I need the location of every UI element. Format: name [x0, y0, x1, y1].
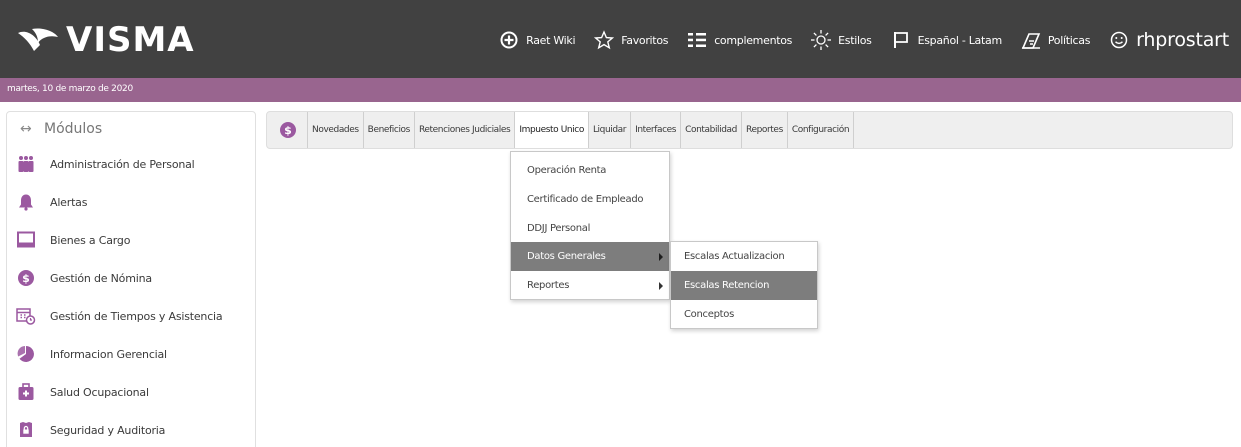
smiley-icon — [1108, 29, 1130, 51]
monitor-icon — [16, 230, 36, 250]
pie-chart-icon — [16, 344, 36, 364]
sidebar-item-alertas[interactable]: Alertas — [16, 190, 252, 214]
calendar-clock-icon — [16, 306, 36, 326]
menu-item-label: Operación Renta — [527, 165, 607, 176]
sidebar-item-gestion-nomina[interactable]: $ Gestión de Nómina — [16, 266, 252, 290]
star-icon — [593, 29, 615, 51]
sidebar-item-label: Alertas — [50, 195, 88, 209]
politicas-link[interactable]: Políticas — [1020, 29, 1090, 51]
menu-item-label: Certificado de Empleado — [527, 194, 644, 205]
grid-icon — [686, 29, 708, 51]
user-menu[interactable]: rhprostart — [1108, 29, 1229, 51]
submenu-item-conceptos[interactable]: Conceptos — [671, 300, 817, 329]
plus-circle-icon — [498, 29, 520, 51]
current-date: martes, 10 de marzo de 2020 — [7, 84, 133, 94]
tab-reportes[interactable]: Reportes — [741, 112, 787, 148]
menu-item-operacion-renta[interactable]: Operación Renta — [511, 156, 669, 185]
tab-impuesto-unico[interactable]: Impuesto Unico — [514, 112, 588, 148]
sidebar-item-label: Seguridad y Auditoria — [50, 423, 166, 437]
policy-icon — [1020, 29, 1042, 51]
expand-arrows-icon: ↔ — [20, 121, 32, 137]
module-tabs: Novedades Beneficios Retenciones Judicia… — [307, 112, 855, 148]
visma-logo[interactable]: VISMA — [16, 22, 195, 58]
tab-beneficios[interactable]: Beneficios — [362, 112, 414, 148]
estilos-link[interactable]: Estilos — [810, 29, 872, 51]
flag-icon — [890, 29, 912, 51]
submenu-item-label: Escalas Actualizacion — [684, 251, 785, 262]
sidebar-item-informacion-gerencial[interactable]: Informacion Gerencial — [16, 342, 252, 366]
complementos-link[interactable]: complementos — [686, 29, 792, 51]
tab-interfaces[interactable]: Interfaces — [630, 112, 680, 148]
sun-icon — [810, 29, 832, 51]
sidebar-item-salud-ocupacional[interactable]: Salud Ocupacional — [16, 380, 252, 404]
submenu-item-escalas-actualizacion[interactable]: Escalas Actualizacion — [671, 242, 817, 271]
estilos-label: Estilos — [838, 33, 872, 47]
menu-item-certificado-empleado[interactable]: Certificado de Empleado — [511, 185, 669, 214]
sidebar-item-label: Salud Ocupacional — [50, 385, 149, 399]
sidebar-item-administracion-personal[interactable]: Administración de Personal — [16, 152, 252, 176]
tab-novedades[interactable]: Novedades — [307, 112, 363, 148]
tab-retenciones-judiciales[interactable]: Retenciones Judiciales — [413, 112, 514, 148]
sidebar-item-gestion-tiempos[interactable]: Gestión de Tiempos y Asistencia — [16, 304, 252, 328]
menu-item-label: Reportes — [527, 280, 570, 291]
datos-generales-submenu: Escalas Actualizacion Escalas Retencion … — [670, 241, 818, 329]
modules-title: Módulos — [44, 121, 103, 137]
visma-swoosh-icon — [18, 28, 58, 51]
money-icon: $ — [280, 122, 296, 138]
favoritos-link[interactable]: Favoritos — [593, 29, 668, 51]
sidebar-item-label: Gestión de Tiempos y Asistencia — [50, 309, 223, 323]
tab-configuracion[interactable]: Configuración — [786, 112, 855, 148]
money-icon: $ — [16, 268, 36, 288]
sidebar-item-label: Gestión de Nómina — [50, 271, 152, 285]
tab-contabilidad[interactable]: Contabilidad — [680, 112, 741, 148]
menu-item-label: DDJJ Personal — [527, 223, 591, 234]
username-label: rhprostart — [1136, 29, 1229, 51]
module-toolbar: $ Novedades Beneficios Retenciones Judic… — [266, 111, 1233, 149]
impuesto-unico-dropdown: Operación Renta Certificado de Empleado … — [510, 151, 670, 300]
modules-toggle[interactable]: ↔ Módulos — [20, 121, 102, 137]
date-bar: martes, 10 de marzo de 2020 — [0, 78, 1241, 102]
sidebar-item-label: Informacion Gerencial — [50, 347, 167, 361]
submenu-arrow-icon — [659, 282, 663, 290]
people-icon — [16, 154, 36, 174]
menu-item-ddjj-personal[interactable]: DDJJ Personal — [511, 214, 669, 243]
modules-sidebar: ↔ Módulos Administración de Personal Ale… — [6, 111, 256, 447]
submenu-item-escalas-retencion[interactable]: Escalas Retencion — [671, 271, 817, 300]
menu-item-datos-generales[interactable]: Datos Generales — [511, 242, 669, 271]
menu-item-label: Datos Generales — [527, 251, 606, 262]
brand-name: VISMA — [66, 20, 195, 60]
submenu-item-label: Conceptos — [684, 309, 734, 320]
favoritos-label: Favoritos — [621, 33, 669, 47]
sidebar-item-label: Administración de Personal — [50, 157, 195, 171]
sidebar-item-label: Bienes a Cargo — [50, 233, 131, 247]
sidebar-item-seguridad-auditoria[interactable]: Seguridad y Auditoria — [16, 418, 252, 442]
raet-wiki-link[interactable]: Raet Wiki — [498, 29, 576, 51]
language-selector[interactable]: Español - Latam — [890, 29, 1002, 51]
sidebar-item-bienes-cargo[interactable]: Bienes a Cargo — [16, 228, 252, 252]
top-navigation: Raet Wiki Favoritos complementos Estilos… — [480, 22, 1229, 58]
raet-wiki-label: Raet Wiki — [526, 33, 576, 47]
tab-liquidar[interactable]: Liquidar — [587, 112, 630, 148]
bell-icon — [16, 192, 36, 212]
submenu-item-label: Escalas Retencion — [684, 280, 770, 291]
language-label: Español - Latam — [917, 33, 1003, 47]
politicas-label: Políticas — [1047, 33, 1091, 47]
submenu-arrow-icon — [659, 253, 663, 261]
top-header: VISMA Raet Wiki Favoritos complementos E… — [0, 0, 1241, 78]
complementos-label: complementos — [714, 33, 793, 47]
lock-icon — [16, 420, 36, 440]
svg-text:$: $ — [284, 124, 292, 137]
svg-text:$: $ — [22, 272, 30, 285]
menu-item-reportes[interactable]: Reportes — [511, 271, 669, 300]
first-aid-icon — [16, 382, 36, 402]
